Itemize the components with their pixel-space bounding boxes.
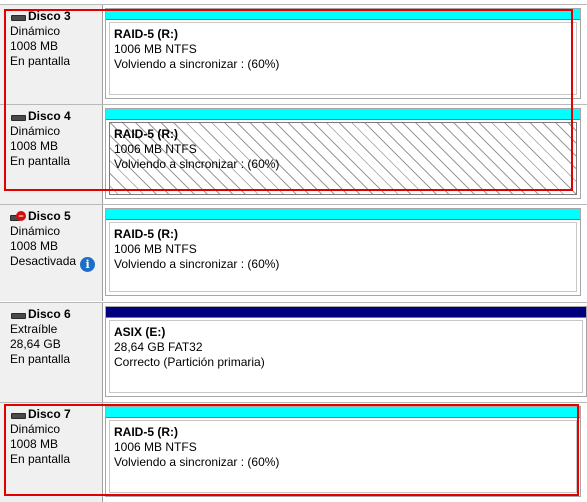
disk-status: En pantalla	[10, 352, 71, 366]
volume-status: Volviendo a sincronizar : (60%)	[114, 455, 280, 469]
disk-type: Dinámico	[10, 422, 61, 436]
disk-type: Dinámico	[10, 124, 61, 138]
volume-raid5-disco-3[interactable]: RAID-5 (R:) 1006 MB NTFS Volviendo a sin…	[105, 8, 581, 99]
disk-row-disco-7[interactable]: Disco 7 Dinámico 1008 MB En pantalla RAI…	[0, 402, 587, 502]
volume-name: ASIX (E:)	[114, 325, 166, 339]
disk-icon	[10, 310, 26, 320]
volume-header-bar	[106, 307, 586, 318]
volume-header-bar	[106, 407, 580, 418]
volume-detail: 1006 MB NTFS	[114, 242, 197, 256]
disk-info-disco-5[interactable]: Disco 5 Dinámico 1008 MB Desactivadai	[0, 205, 103, 301]
disk-row-disco-6[interactable]: Disco 6 Extraíble 28,64 GB En pantalla A…	[0, 302, 587, 402]
disk-size: 1008 MB	[10, 239, 59, 253]
disk-name: Disco 4	[28, 109, 71, 123]
disk-name: Disco 6	[28, 307, 71, 321]
disk-info-disco-7[interactable]: Disco 7 Dinámico 1008 MB En pantalla	[0, 403, 103, 502]
disk-icon	[10, 410, 26, 420]
volume-raid5-disco-4[interactable]: RAID-5 (R:) 1006 MB NTFS Volviendo a sin…	[105, 108, 581, 199]
disk-type: Dinámico	[10, 224, 61, 238]
disk-status: En pantalla	[10, 452, 71, 466]
disk-name: Disco 3	[28, 9, 71, 23]
volume-status: Correcto (Partición primaria)	[114, 355, 265, 369]
disk-status: En pantalla	[10, 154, 71, 168]
disk-offline-icon	[10, 210, 26, 222]
disk-row-disco-4[interactable]: Disco 4 Dinámico 1008 MB En pantalla RAI…	[0, 104, 587, 204]
disk-row-disco-3[interactable]: Disco 3 Dinámico 1008 MB En pantalla RAI…	[0, 4, 587, 104]
volume-body[interactable]: RAID-5 (R:) 1006 MB NTFS Volviendo a sin…	[109, 420, 577, 493]
volume-body-selected[interactable]: RAID-5 (R:) 1006 MB NTFS Volviendo a sin…	[109, 122, 577, 195]
disk-icon	[10, 112, 26, 122]
disk-size: 28,64 GB	[10, 337, 61, 351]
volume-name: RAID-5 (R:)	[114, 227, 178, 241]
disk-name: Disco 5	[28, 209, 71, 223]
volume-body[interactable]: ASIX (E:) 28,64 GB FAT32 Correcto (Parti…	[109, 320, 583, 393]
info-icon[interactable]: i	[80, 257, 96, 272]
disk-info-disco-4[interactable]: Disco 4 Dinámico 1008 MB En pantalla	[0, 105, 103, 204]
volume-body[interactable]: RAID-5 (R:) 1006 MB NTFS Volviendo a sin…	[109, 22, 577, 95]
disk-icon	[10, 12, 26, 22]
disk-size: 1008 MB	[10, 139, 59, 153]
volume-asix-disco-6[interactable]: ASIX (E:) 28,64 GB FAT32 Correcto (Parti…	[105, 306, 587, 397]
volume-raid5-disco-7[interactable]: RAID-5 (R:) 1006 MB NTFS Volviendo a sin…	[105, 406, 581, 497]
volume-status: Volviendo a sincronizar : (60%)	[114, 257, 280, 271]
disk-info-disco-3[interactable]: Disco 3 Dinámico 1008 MB En pantalla	[0, 5, 103, 104]
volume-raid5-disco-5[interactable]: RAID-5 (R:) 1006 MB NTFS Volviendo a sin…	[105, 208, 581, 296]
volume-name: RAID-5 (R:)	[114, 425, 178, 439]
volume-status: Volviendo a sincronizar : (60%)	[114, 57, 280, 71]
disk-type: Dinámico	[10, 24, 61, 38]
disk-status: Desactivada	[10, 254, 77, 268]
disk-size: 1008 MB	[10, 39, 59, 53]
volume-detail: 28,64 GB FAT32	[114, 340, 203, 354]
disk-type: Extraíble	[10, 322, 58, 336]
volume-detail: 1006 MB NTFS	[114, 42, 197, 56]
volume-header-bar	[106, 9, 580, 20]
disk-name: Disco 7	[28, 407, 71, 421]
disk-size: 1008 MB	[10, 437, 59, 451]
volume-body[interactable]: RAID-5 (R:) 1006 MB NTFS Volviendo a sin…	[109, 222, 577, 292]
volume-header-bar	[106, 109, 580, 120]
volume-detail: 1006 MB NTFS	[114, 142, 197, 156]
volume-name: RAID-5 (R:)	[114, 27, 178, 41]
disk-status: En pantalla	[10, 54, 71, 68]
volume-detail: 1006 MB NTFS	[114, 440, 197, 454]
volume-status: Volviendo a sincronizar : (60%)	[114, 157, 280, 171]
volume-name: RAID-5 (R:)	[114, 127, 178, 141]
volume-header-bar	[106, 209, 580, 220]
disk-info-disco-6[interactable]: Disco 6 Extraíble 28,64 GB En pantalla	[0, 303, 103, 402]
disk-row-disco-5[interactable]: Disco 5 Dinámico 1008 MB Desactivadai RA…	[0, 204, 587, 301]
